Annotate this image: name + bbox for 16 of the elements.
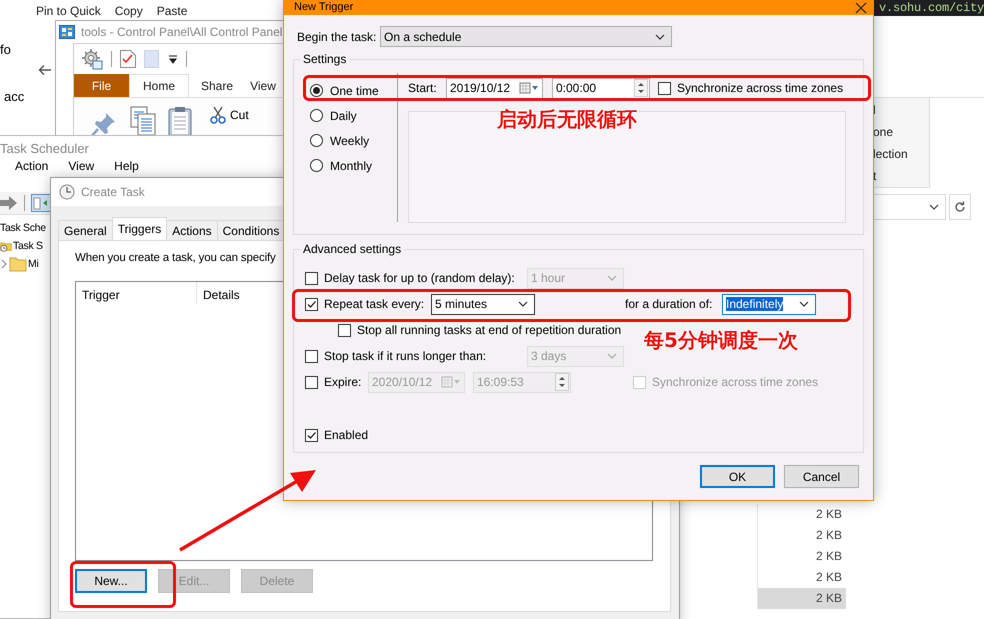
callout-text: 启动后无限循环 [497,106,637,133]
intro-text: When you create a task, you can specify [75,252,277,264]
field-label: for a duration of: [625,297,714,311]
nav-text: fo [0,42,12,57]
field-label: Begin the task: [296,30,378,44]
url-text: v.sohu.com/city [878,1,984,15]
callout-text: 每5分钟调度一次 [644,327,798,354]
window-title: tools - Control Panel\All Control Panel [81,25,282,39]
nav-text: acc [3,89,24,104]
group-title: Advanced settings [302,242,402,256]
window-title: Task Scheduler [0,140,90,158]
group-title: Settings [302,52,348,66]
window-title: New Trigger [294,1,354,14]
field-label: Start: [408,81,438,95]
pane-header: Task Sche [0,221,47,236]
window-title: Create Task [81,185,145,199]
